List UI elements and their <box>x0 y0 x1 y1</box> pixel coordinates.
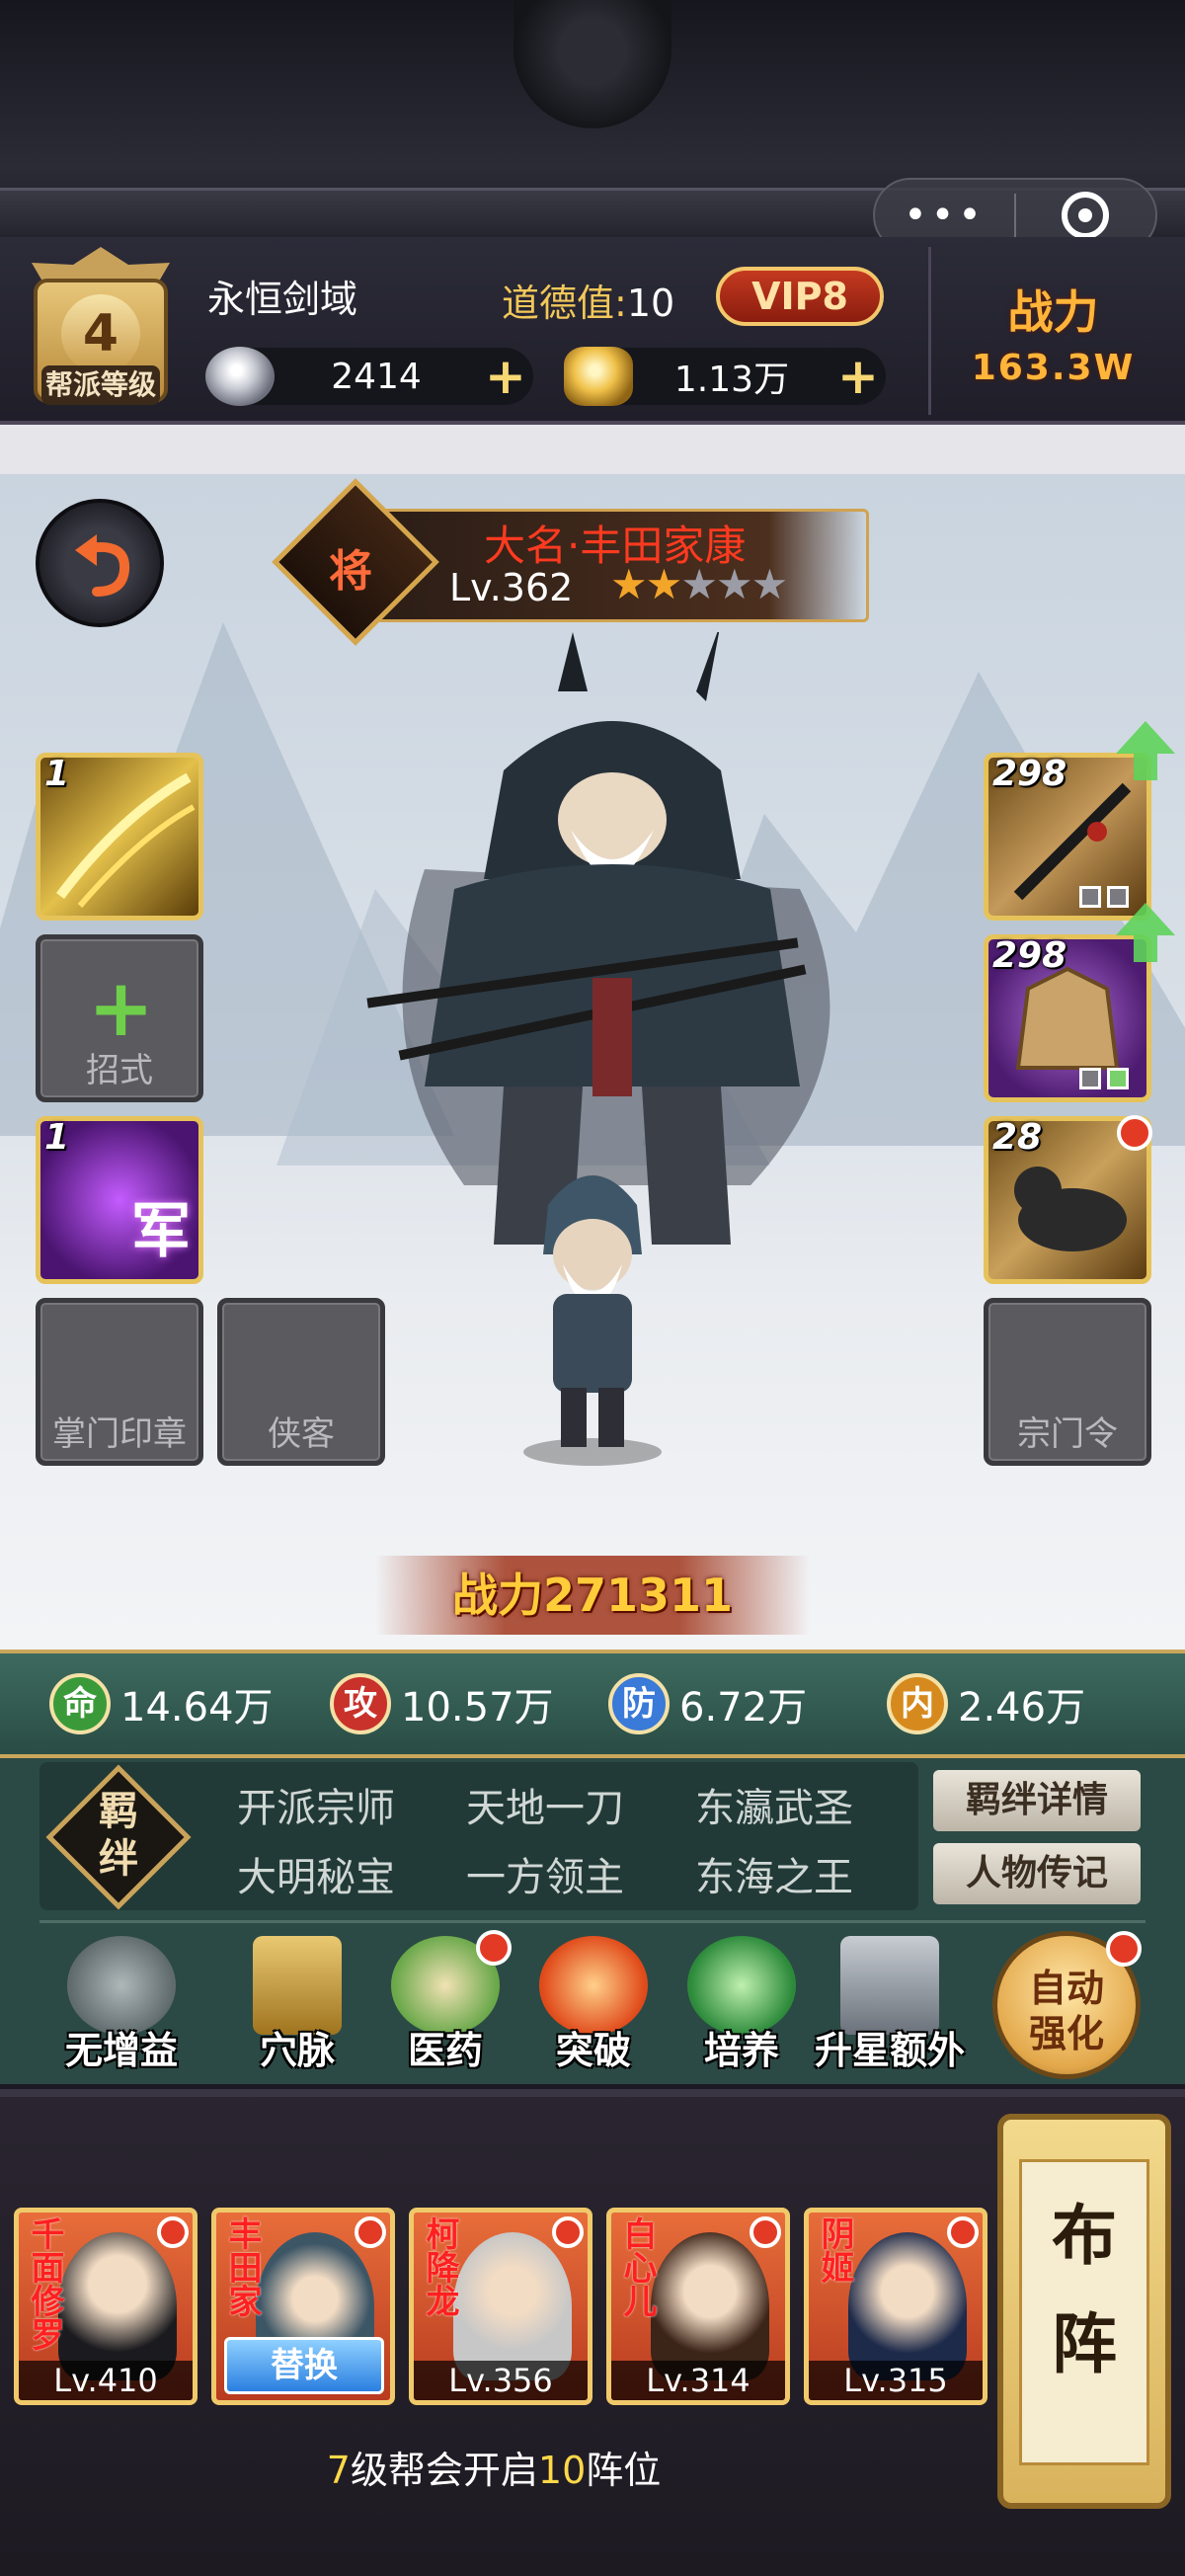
move-slot[interactable]: + 招式 <box>36 934 203 1102</box>
stat-defense: 防 6.72万 <box>608 1671 807 1736</box>
bond-item: 一方领主 <box>466 1855 624 1900</box>
silver-counter: 2414 + <box>205 347 533 406</box>
companion-slot[interactable]: 侠客 <box>217 1298 385 1466</box>
bond-detail-button[interactable]: 羁绊详情 <box>933 1770 1141 1831</box>
notification-dot <box>157 2216 189 2248</box>
mount-slot[interactable]: 28 <box>984 1115 1152 1284</box>
hero-power: 战力271311 <box>375 1556 810 1635</box>
hero-level: Lv.362 <box>449 566 574 609</box>
attack-badge: 攻 <box>330 1673 391 1734</box>
star-icon: ★ <box>750 560 789 608</box>
lineup-member[interactable]: 柯降龙 Lv.356 <box>409 2208 592 2405</box>
stat-inner: 内 2.46万 <box>887 1671 1085 1736</box>
member-portrait <box>58 2232 177 2380</box>
bond-badge: 羁绊 <box>45 1764 192 1910</box>
formation-button[interactable]: 布阵 <box>997 2114 1171 2509</box>
vip-badge[interactable]: VIP8 <box>716 267 884 326</box>
notification-dot <box>476 1930 512 1966</box>
lineup-unlock-hint: 7级帮会开启10阵位 <box>326 2449 662 2492</box>
meridian-button[interactable]: 穴脉 <box>233 1936 361 2074</box>
add-gold-button[interactable]: + <box>830 349 886 404</box>
silver-ingot-icon <box>205 347 275 406</box>
back-button[interactable] <box>36 499 164 627</box>
bond-item: 大明秘宝 <box>237 1855 395 1900</box>
member-portrait <box>453 2232 572 2380</box>
sect-token-slot[interactable]: 宗门令 <box>984 1298 1151 1466</box>
bond-item: 天地一刀 <box>466 1786 624 1831</box>
gold-ingot-icon <box>564 347 633 406</box>
member-portrait <box>651 2232 769 2380</box>
close-miniprogram-icon[interactable] <box>1016 192 1155 239</box>
armor-slot[interactable]: 298 <box>984 934 1151 1102</box>
no-buff-button[interactable]: 无增益 <box>57 1936 186 2074</box>
lineup-member-current[interactable]: 丰田家 替换 <box>211 2208 395 2405</box>
weapon-slot[interactable]: 298 <box>984 753 1151 921</box>
guild-level-caption: 帮派等级 <box>41 365 160 405</box>
notification-dot <box>1106 1931 1142 1967</box>
star-extra-button[interactable]: 升星额外 <box>815 1936 965 2074</box>
bond-item: 东瀛武圣 <box>695 1786 853 1831</box>
notification-dot <box>552 2216 584 2248</box>
stat-hp: 命 14.64万 <box>49 1671 274 1736</box>
guild-name: 永恒剑域 <box>207 278 358 321</box>
medicine-button[interactable]: 医药 <box>381 1930 512 2074</box>
breakthrough-button[interactable]: 突破 <box>529 1936 658 2074</box>
cultivate-button[interactable]: 培养 <box>677 1936 806 2074</box>
hp-badge: 命 <box>49 1673 111 1734</box>
star-icon: ★ <box>610 560 648 608</box>
notification-dot <box>947 2216 979 2248</box>
gold-counter: 1.13万 + <box>564 347 886 406</box>
stat-attack: 攻 10.57万 <box>330 1671 554 1736</box>
notification-dot <box>750 2216 781 2248</box>
member-portrait <box>848 2232 967 2380</box>
star-icon: ★ <box>680 560 718 608</box>
header-gap <box>0 425 1185 474</box>
sect-seal-slot[interactable]: 掌门印章 <box>36 1298 203 1466</box>
notification-dot <box>1117 1115 1152 1151</box>
total-power: 战力 163.3W <box>928 247 1175 415</box>
add-icon: + <box>88 962 155 1054</box>
hero-stars: ★★★★★ <box>610 560 789 608</box>
lineup-member[interactable]: 阴姬 Lv.315 <box>804 2208 988 2405</box>
silver-amount: 2414 <box>331 356 422 397</box>
add-silver-button[interactable]: + <box>478 349 533 404</box>
lineup-member[interactable]: 千面修罗 Lv.410 <box>14 2208 198 2405</box>
back-arrow-icon <box>75 534 130 597</box>
power-label: 战力 <box>1007 285 1099 339</box>
notification-dot <box>355 2216 386 2248</box>
swap-button[interactable]: 替换 <box>224 2337 384 2394</box>
power-value: 163.3W <box>971 348 1136 388</box>
skill-slot[interactable]: 1 <box>36 753 203 921</box>
star-icon: ★ <box>715 560 753 608</box>
roof-ornament <box>514 0 672 128</box>
inner-badge: 内 <box>887 1673 948 1734</box>
guild-level: 4 <box>61 294 140 373</box>
lineup-member[interactable]: 白心儿 Lv.314 <box>606 2208 790 2405</box>
star-icon: ★ <box>645 560 683 608</box>
hero-title-banner: 将 大名·丰田家康 Lv.362 ★★★★★ <box>272 478 869 646</box>
bond-item: 开派宗师 <box>237 1786 395 1831</box>
more-icon[interactable]: ••• <box>875 196 1014 235</box>
hero-chibi <box>523 1175 662 1466</box>
morality-value: 道德值:10 <box>502 282 675 325</box>
bond-item: 东海之王 <box>695 1855 853 1900</box>
defense-badge: 防 <box>608 1673 670 1734</box>
gold-amount: 1.13万 <box>673 360 790 400</box>
biography-button[interactable]: 人物传记 <box>933 1843 1141 1904</box>
guild-level-badge[interactable]: 4 帮派等级 <box>12 247 190 415</box>
army-slot[interactable]: 军 1 <box>36 1116 203 1284</box>
